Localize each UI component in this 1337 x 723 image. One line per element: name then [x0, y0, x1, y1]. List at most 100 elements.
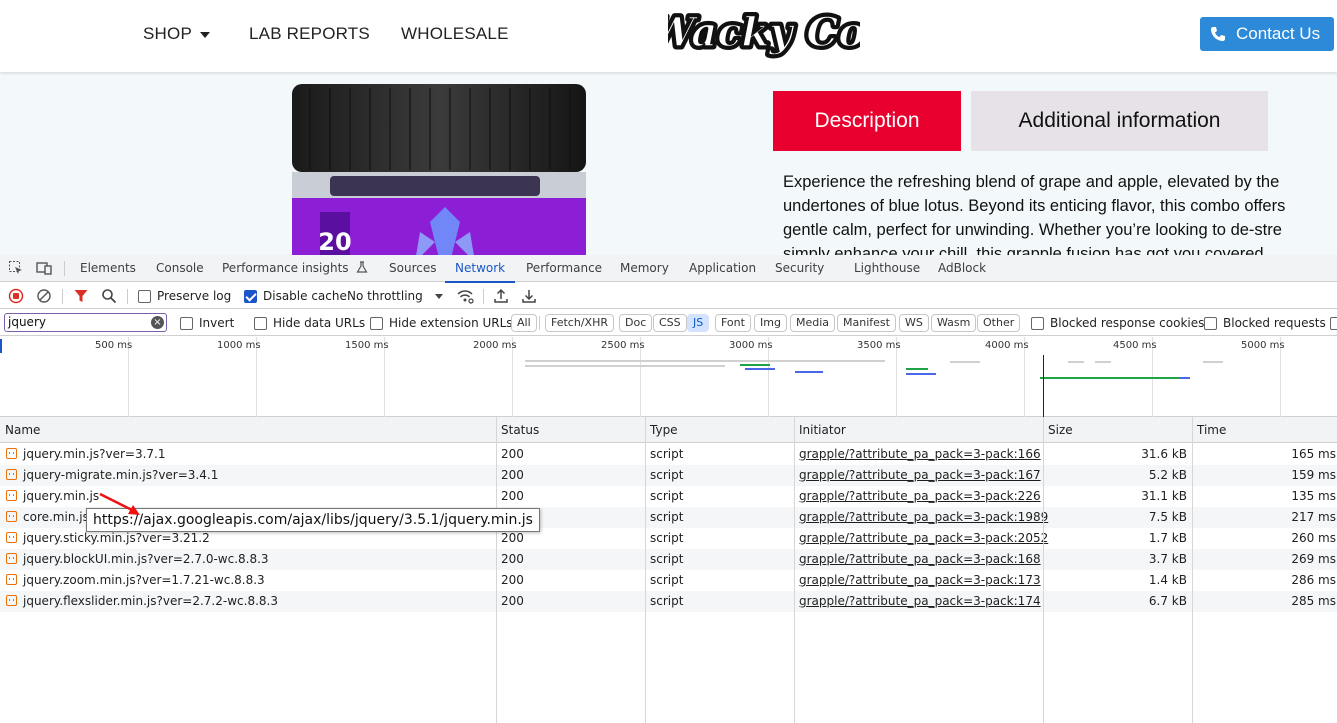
chip-doc[interactable]: Doc	[619, 314, 653, 332]
cell-initiator[interactable]: grapple/?attribute_pa_pack=3-pack:2052	[799, 528, 1048, 549]
column-divider[interactable]	[1043, 417, 1044, 723]
cell-type: script	[650, 447, 684, 461]
chip-other[interactable]: Other	[977, 314, 1021, 332]
filter-input[interactable]: jquery ×	[4, 313, 167, 332]
clear-icon[interactable]	[36, 288, 52, 304]
timeline-waterfall-bar	[740, 364, 770, 366]
table-row[interactable]: jquery.min.js 200 script grapple/?attribute…	[0, 486, 1337, 507]
cell-initiator[interactable]: grapple/?attribute_pa_pack=3-pack:174	[799, 591, 1041, 612]
cell-status: 200	[501, 489, 524, 503]
third-party-checkbox[interactable]	[1330, 310, 1337, 336]
phone-icon	[1211, 27, 1225, 41]
tab-memory[interactable]: Memory	[620, 255, 669, 282]
chip-js[interactable]: JS	[687, 314, 710, 332]
import-har-icon[interactable]	[493, 288, 509, 304]
cell-initiator[interactable]: grapple/?attribute_pa_pack=3-pack:166	[799, 444, 1041, 465]
column-divider[interactable]	[794, 417, 795, 723]
tab-security[interactable]: Security	[775, 255, 824, 282]
script-file-icon	[6, 553, 17, 564]
chip-ws[interactable]: WS	[899, 314, 929, 332]
invert-box[interactable]	[180, 316, 193, 330]
hide-data-urls-checkbox[interactable]: Hide data URLs	[254, 310, 365, 336]
column-name[interactable]: Name	[0, 417, 40, 443]
cell-initiator[interactable]: grapple/?attribute_pa_pack=3-pack:226	[799, 486, 1041, 507]
tab-performance[interactable]: Performance	[526, 255, 602, 282]
column-status[interactable]: Status	[496, 417, 539, 443]
cell-time: 286 ms	[1291, 573, 1336, 587]
table-row[interactable]: jquery.blockUI.min.js?ver=2.7.0-wc.8.8.3…	[0, 549, 1337, 570]
preserve-log-box[interactable]	[138, 289, 151, 303]
description-line: gentle calm, perfect for unwinding. Whet…	[783, 221, 1282, 239]
chip-media[interactable]: Media	[790, 314, 836, 332]
column-time[interactable]: Time	[1192, 417, 1226, 443]
invert-checkbox[interactable]: Invert	[180, 310, 234, 336]
cell-time: 285 ms	[1291, 594, 1336, 608]
cell-size: 6.7 kB	[1148, 594, 1187, 608]
table-row[interactable]: jquery-migrate.min.js?ver=3.4.1 200 script…	[0, 465, 1337, 486]
record-stop-icon[interactable]	[8, 288, 24, 304]
cell-size: 1.7 kB	[1148, 531, 1187, 545]
column-type[interactable]: Type	[645, 417, 678, 443]
table-row[interactable]: jquery.zoom.min.js?ver=1.7.21-wc.8.8.3 20…	[0, 570, 1337, 591]
search-icon[interactable]	[101, 288, 117, 304]
cell-initiator[interactable]: grapple/?attribute_pa_pack=3-pack:168	[799, 549, 1041, 570]
chip-all[interactable]: All	[511, 314, 537, 332]
tab-application[interactable]: Application	[689, 255, 756, 282]
hide-data-urls-label: Hide data URLs	[273, 316, 366, 330]
wacky-co-logo[interactable]: Wacky Co. Wacky Co.	[668, 4, 860, 64]
cell-initiator[interactable]: grapple/?attribute_pa_pack=3-pack:167	[799, 465, 1041, 486]
tab-additional-information[interactable]: Additional information	[971, 91, 1268, 151]
nav-lab-reports[interactable]: LAB REPORTS	[249, 24, 370, 44]
preserve-log-checkbox[interactable]: Preserve log	[138, 283, 231, 309]
inspect-element-icon[interactable]	[8, 260, 24, 276]
disable-cache-checkbox[interactable]: Disable cache	[244, 283, 347, 309]
blocked-response-cookies-checkbox[interactable]: Blocked response cookies	[1031, 310, 1204, 336]
network-conditions-icon[interactable]	[456, 288, 474, 304]
disable-cache-box[interactable]	[244, 289, 257, 303]
clear-filter-icon[interactable]: ×	[151, 316, 164, 329]
column-divider[interactable]	[645, 417, 646, 723]
timeline-waterfall-bar	[795, 371, 823, 373]
cell-initiator[interactable]: grapple/?attribute_pa_pack=3-pack:1989	[799, 507, 1048, 528]
export-har-icon[interactable]	[521, 288, 537, 304]
chip-css[interactable]: CSS	[653, 314, 687, 332]
table-row[interactable]: jquery.min.js?ver=3.7.1 200 script grapple/…	[0, 444, 1337, 465]
column-initiator[interactable]: Initiator	[794, 417, 846, 443]
column-size[interactable]: Size	[1043, 417, 1073, 443]
tab-description[interactable]: Description	[773, 91, 961, 151]
chip-fetch-xhr[interactable]: Fetch/XHR	[545, 314, 614, 332]
column-divider[interactable]	[1192, 417, 1193, 723]
contact-us-button[interactable]: Contact Us	[1200, 17, 1334, 51]
timeline-waterfall-bar	[745, 368, 775, 370]
hide-extension-urls-checkbox[interactable]: Hide extension URLs	[370, 310, 513, 336]
tab-console[interactable]: Console	[156, 255, 204, 282]
chip-manifest[interactable]: Manifest	[837, 314, 896, 332]
nav-shop[interactable]: SHOP	[143, 24, 210, 44]
chip-img[interactable]: Img	[754, 314, 787, 332]
third-party-box[interactable]	[1330, 316, 1337, 330]
tab-network[interactable]: Network	[444, 255, 516, 283]
chip-wasm[interactable]: Wasm	[931, 314, 977, 332]
tab-sources[interactable]: Sources	[389, 255, 436, 282]
cell-initiator[interactable]: grapple/?attribute_pa_pack=3-pack:173	[799, 570, 1041, 591]
device-toolbar-icon[interactable]	[36, 260, 52, 276]
filter-icon[interactable]	[73, 288, 89, 304]
request-name: jquery-migrate.min.js?ver=3.4.1	[23, 468, 219, 482]
tab-elements[interactable]: Elements	[80, 255, 136, 282]
hide-data-urls-box[interactable]	[254, 316, 267, 330]
tab-lighthouse[interactable]: Lighthouse	[854, 255, 920, 282]
throttling-select[interactable]: No throttling	[347, 283, 443, 309]
nav-shop-label: SHOP	[143, 24, 192, 43]
column-divider[interactable]	[496, 417, 497, 723]
nav-wholesale[interactable]: WHOLESALE	[401, 24, 509, 44]
tab-performance-insights[interactable]: Performance insights	[222, 255, 368, 282]
blocked-requests-box[interactable]	[1204, 316, 1217, 330]
chip-font[interactable]: Font	[715, 314, 751, 332]
blocked-requests-checkbox[interactable]: Blocked requests	[1204, 310, 1326, 336]
hide-extension-urls-box[interactable]	[370, 316, 383, 330]
tab-adblock[interactable]: AdBlock	[938, 255, 986, 282]
table-row[interactable]: jquery.flexslider.min.js?ver=2.7.2-wc.8.…	[0, 591, 1337, 612]
network-overview-timeline[interactable]: 500 ms 1000 ms 1500 ms 2000 ms 2500 ms 3…	[0, 337, 1337, 417]
blocked-response-cookies-box[interactable]	[1031, 316, 1044, 330]
cell-size: 31.1 kB	[1141, 489, 1187, 503]
